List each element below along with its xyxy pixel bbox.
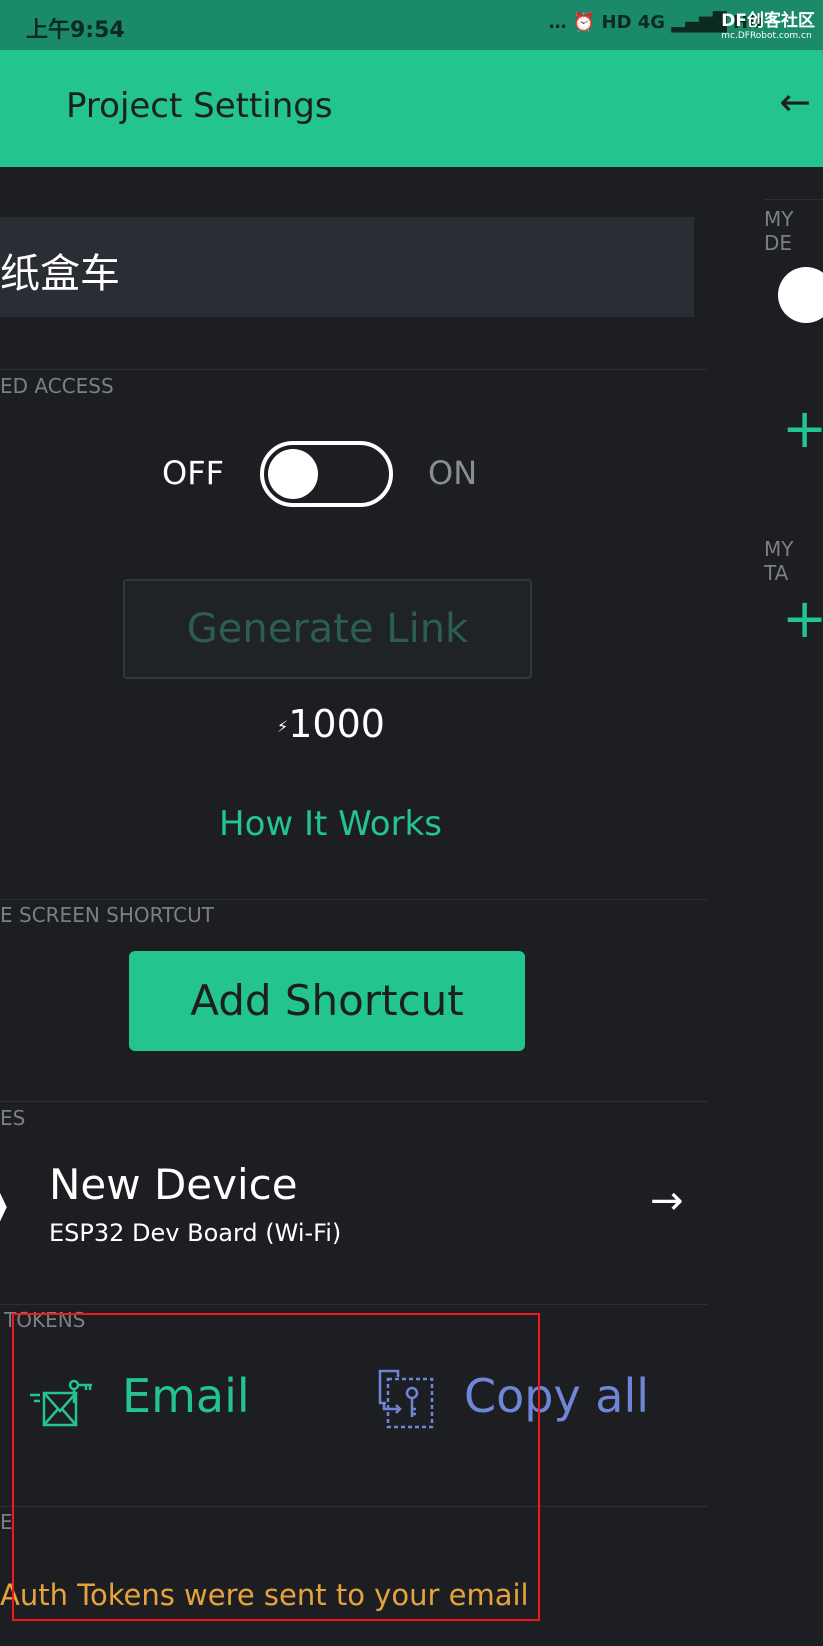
divider: [0, 1101, 708, 1102]
how-it-works-link[interactable]: How It Works: [219, 804, 442, 844]
page-title: Project Settings: [66, 86, 333, 126]
espressif-device-icon[interactable]: [778, 267, 823, 323]
section-my-tags: MY TA: [764, 537, 794, 585]
divider: [0, 369, 708, 370]
device-name: New Device: [49, 1160, 298, 1209]
status-bar: 上午9:54 … ⏰ HD 4G ▂▄▆█ HD DF创客社区 mc.DFRobo…: [0, 0, 823, 50]
generate-link-button[interactable]: Generate Link: [123, 579, 532, 679]
off-label: OFF: [162, 454, 224, 492]
divider: [0, 1304, 708, 1305]
add-tag-icon[interactable]: +: [782, 587, 823, 650]
section-my-devices: MY DE: [764, 207, 794, 255]
energy-cost: ⚡1000: [277, 702, 385, 746]
app-bar: Project Settings ←: [0, 50, 823, 167]
divider: [0, 899, 708, 900]
section-home-screen: E SCREEN SHORTCUT: [0, 903, 214, 927]
toggle-knob: [268, 449, 318, 499]
arrow-right-icon: →: [650, 1178, 684, 1224]
right-panel: MY DE + MY TA +: [708, 167, 823, 1646]
project-name-input[interactable]: 纸盒车: [0, 217, 694, 317]
highlight-box: [12, 1313, 540, 1621]
energy-icon: ⚡: [277, 717, 289, 736]
add-device-icon[interactable]: +: [782, 397, 823, 460]
chip-icon: ⧫: [0, 1186, 7, 1226]
device-row[interactable]: ⧫ New Device ESP32 Dev Board (Wi-Fi) →: [0, 1150, 708, 1300]
device-type: ESP32 Dev Board (Wi-Fi): [49, 1219, 342, 1247]
section-devices: ES: [0, 1106, 26, 1130]
on-label: ON: [428, 454, 478, 492]
section-theme: E: [0, 1510, 13, 1534]
back-arrow-icon[interactable]: ←: [779, 80, 811, 124]
status-time: 上午9:54: [26, 18, 125, 43]
section-shared-access: ED ACCESS: [0, 374, 114, 398]
divider: [764, 199, 823, 200]
add-shortcut-button[interactable]: Add Shortcut: [129, 951, 525, 1051]
watermark-logo: DF创客社区 mc.DFRobot.com.cn: [721, 11, 815, 41]
shared-access-toggle[interactable]: [260, 441, 393, 507]
